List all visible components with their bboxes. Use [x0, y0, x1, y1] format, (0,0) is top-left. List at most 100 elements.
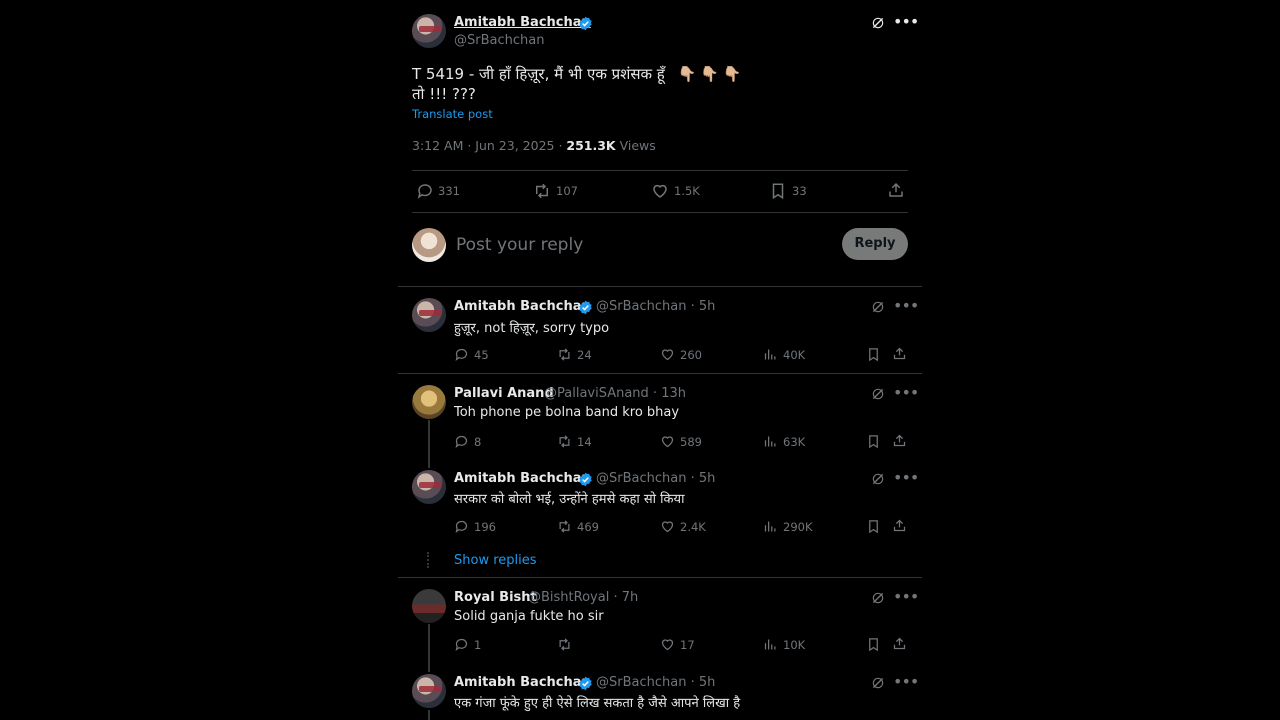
verified-badge-icon [579, 472, 592, 487]
grok-icon[interactable] [871, 591, 885, 605]
share-icon[interactable] [887, 181, 905, 199]
grok-icon[interactable] [871, 16, 885, 30]
thread-line [428, 710, 430, 720]
post-column: Amitabh Bachchan @SrBachchan ••• T 5419 … [398, 0, 922, 720]
repost-icon[interactable] [556, 519, 573, 534]
reply-count: 1 [474, 638, 482, 652]
grok-icon[interactable] [871, 676, 885, 690]
reply-text: Toh phone pe bolna band kro bhay [454, 405, 680, 420]
reply-author-name[interactable]: Amitabh Bachchan [454, 299, 591, 314]
repost-icon[interactable] [556, 434, 573, 449]
share-icon[interactable] [892, 433, 907, 448]
author-name[interactable]: Amitabh Bachchan [454, 15, 591, 30]
reply-icon[interactable] [416, 182, 434, 200]
post-text-line2: तो !!! ??? [412, 85, 476, 103]
repost-icon[interactable] [556, 347, 573, 362]
repost-count: 14 [577, 435, 592, 449]
reply-avatar[interactable] [412, 589, 446, 623]
verified-badge-icon [579, 16, 592, 31]
current-user-avatar[interactable] [412, 228, 446, 262]
more-options-icon[interactable]: ••• [893, 589, 919, 605]
reply-avatar[interactable] [412, 470, 446, 504]
like-count: 2.4K [680, 520, 706, 534]
views-count: 10K [783, 638, 806, 652]
reply-input[interactable]: Post your reply [456, 235, 583, 255]
views-icon[interactable] [763, 637, 778, 652]
reply-author-name[interactable]: Royal Bisht [454, 590, 537, 605]
reply-author-handle[interactable]: @SrBachchan · 5h [596, 299, 715, 314]
post-meta: 3:12 AM · Jun 23, 2025 · 251.3K Views [412, 138, 656, 153]
repost-count: 24 [577, 348, 592, 362]
author-handle[interactable]: @SrBachchan [454, 33, 544, 48]
reply-avatar[interactable] [412, 385, 446, 419]
thread-line [428, 420, 430, 468]
views-icon[interactable] [763, 519, 778, 534]
post-timestamp[interactable]: 3:12 AM · Jun 23, 2025 · [412, 138, 566, 153]
thread-dots [427, 552, 433, 568]
reply-author-name[interactable]: Amitabh Bachchan [454, 675, 591, 690]
more-options-icon[interactable]: ••• [893, 674, 919, 690]
divider [398, 373, 922, 374]
bookmark-icon[interactable] [867, 519, 880, 534]
more-options-icon[interactable]: ••• [893, 470, 919, 486]
show-replies-link[interactable]: Show replies [454, 553, 537, 568]
reply-count: 8 [474, 435, 482, 449]
views-count: 251.3K [566, 138, 616, 153]
repost-icon[interactable] [556, 637, 573, 652]
reply-author-handle[interactable]: @SrBachchan · 5h [596, 471, 715, 486]
grok-icon[interactable] [871, 300, 885, 314]
like-icon[interactable] [660, 519, 675, 534]
more-options-icon[interactable]: ••• [893, 298, 919, 314]
bookmark-icon[interactable] [770, 182, 786, 200]
reply-author-handle[interactable]: @BishtRoyal · 7h [528, 590, 638, 605]
like-icon[interactable] [660, 347, 675, 362]
like-count: 1.5K [674, 184, 700, 198]
bookmark-icon[interactable] [867, 347, 880, 362]
like-icon[interactable] [660, 434, 675, 449]
repost-count: 469 [577, 520, 599, 534]
reply-text: Solid ganja fukte ho sir [454, 609, 604, 624]
views-icon[interactable] [763, 434, 778, 449]
pointing-down-emojis: 👇🏼👇🏼👇🏼 [677, 65, 746, 83]
reply-icon[interactable] [454, 519, 469, 534]
translate-post-link[interactable]: Translate post [412, 107, 493, 121]
more-options-icon[interactable]: ••• [893, 14, 919, 30]
views-count: 63K [783, 435, 806, 449]
reply-author-handle[interactable]: @SrBachchan · 5h [596, 675, 715, 690]
views-icon[interactable] [763, 347, 778, 362]
reply-avatar[interactable] [412, 298, 446, 332]
reply-button[interactable]: Reply [842, 228, 908, 260]
bookmark-icon[interactable] [867, 434, 880, 449]
divider [412, 212, 908, 213]
post-text-line1: T 5419 - जी हाँ हिज़ूर, मैं भी एक प्रशंस… [412, 65, 746, 83]
bookmark-icon[interactable] [867, 637, 880, 652]
repost-icon[interactable] [532, 182, 552, 200]
like-count: 17 [680, 638, 695, 652]
share-icon[interactable] [892, 636, 907, 651]
reply-author-name[interactable]: Amitabh Bachchan [454, 471, 591, 486]
share-icon[interactable] [892, 346, 907, 361]
reply-avatar[interactable] [412, 674, 446, 708]
views-count: 290K [783, 520, 813, 534]
divider [412, 170, 908, 171]
reply-icon[interactable] [454, 347, 469, 362]
reply-count: 331 [438, 184, 460, 198]
reply-count: 45 [474, 348, 489, 362]
grok-icon[interactable] [871, 387, 885, 401]
reply-icon[interactable] [454, 434, 469, 449]
reply-icon[interactable] [454, 637, 469, 652]
like-icon[interactable] [660, 637, 675, 652]
reply-author-name[interactable]: Pallavi Anand [454, 386, 554, 401]
views-count: 40K [783, 348, 806, 362]
reply-author-handle[interactable]: @PallaviSAnand · 13h [544, 386, 686, 401]
like-count: 589 [680, 435, 702, 449]
share-icon[interactable] [892, 518, 907, 533]
verified-badge-icon [579, 300, 592, 315]
grok-icon[interactable] [871, 472, 885, 486]
author-avatar[interactable] [412, 14, 446, 48]
bookmark-count: 33 [792, 184, 807, 198]
thread-line [428, 624, 430, 672]
reply-count: 196 [474, 520, 496, 534]
like-icon[interactable] [651, 182, 669, 200]
more-options-icon[interactable]: ••• [893, 385, 919, 401]
